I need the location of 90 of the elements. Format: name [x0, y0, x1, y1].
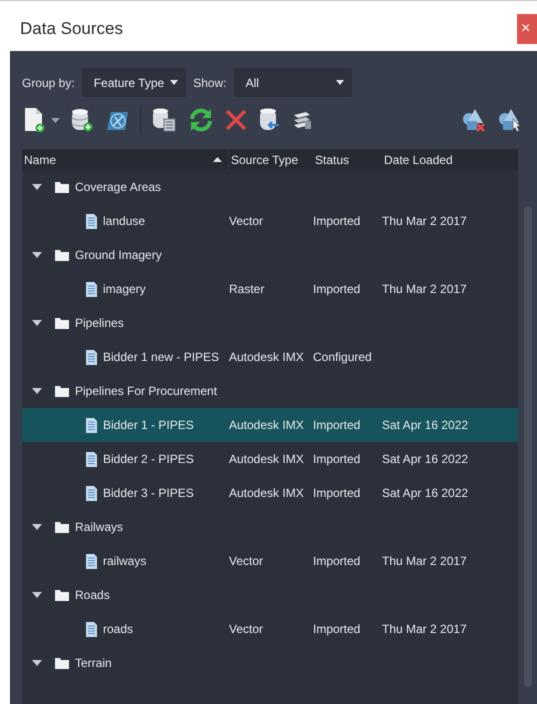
new-document-icon[interactable]	[23, 107, 45, 133]
expand-arrow-icon[interactable]	[32, 320, 42, 326]
source-name: roads	[103, 622, 134, 636]
expand-arrow-icon[interactable]	[32, 592, 42, 598]
source-type: Vector	[229, 554, 264, 568]
database-table-icon[interactable]	[151, 107, 177, 133]
document-icon	[86, 282, 97, 296]
source-name: landuse	[103, 214, 146, 228]
column-header[interactable]: Name	[22, 149, 229, 170]
status-text: Imported	[313, 452, 360, 466]
document-icon	[86, 418, 97, 432]
group-name: Ground Imagery	[75, 248, 162, 262]
expand-arrow-icon[interactable]	[32, 660, 42, 666]
shapes-select-icon[interactable]	[497, 107, 523, 133]
source-type: Raster	[229, 282, 264, 296]
status-text: Imported	[313, 554, 360, 568]
source-type: Vector	[229, 622, 264, 636]
source-type: Autodesk IMX	[229, 452, 304, 466]
source-name: Bidder 1 new - PIPES	[103, 350, 220, 364]
expand-arrow-icon[interactable]	[32, 524, 42, 530]
filter-label: Show:	[193, 76, 227, 90]
column-header[interactable]: Status	[313, 149, 382, 170]
source-name: imagery	[103, 282, 146, 296]
filter-label: Group by:	[22, 76, 75, 90]
source-type: Autodesk IMX	[229, 486, 304, 500]
source-name: Bidder 2 - PIPES	[103, 452, 194, 466]
folder-icon	[55, 385, 69, 397]
status-text: Imported	[313, 486, 360, 500]
status-text: Imported	[313, 418, 360, 432]
source-name: Bidder 3 - PIPES	[103, 486, 194, 500]
dropdown[interactable]: All	[234, 68, 352, 97]
date-loaded: Sat Apr 16 2022	[382, 486, 468, 500]
document-icon	[86, 214, 97, 228]
folder-icon	[55, 657, 69, 669]
caret-icon[interactable]	[51, 118, 60, 122]
database-add-icon[interactable]	[70, 107, 94, 133]
group-name: Terrain	[75, 656, 112, 670]
column-header[interactable]: Date Loaded	[382, 149, 518, 170]
source-row[interactable]: Bidder 1 - PIPES Autodesk IMX Imported Sat Apr 16 2022	[22, 408, 518, 442]
database-import-icon[interactable]	[257, 107, 281, 133]
source-row[interactable]: imagery Raster Imported Thu Mar 2 2017	[22, 272, 518, 306]
source-type: Autodesk IMX	[229, 418, 304, 432]
source-row[interactable]: Bidder 2 - PIPES Autodesk IMX Imported Sat Apr 16 2022	[22, 442, 518, 476]
expand-arrow-icon[interactable]	[32, 252, 42, 258]
expand-arrow-icon[interactable]	[32, 184, 42, 190]
window-title: Data Sources	[20, 18, 123, 38]
group-name: Pipelines	[75, 316, 124, 330]
source-name: railways	[103, 554, 146, 568]
source-row[interactable]: railways Vector Imported Thu Mar 2 2017	[22, 544, 518, 578]
status-text: Imported	[313, 282, 360, 296]
caret-icon	[336, 80, 344, 85]
column-header[interactable]: Source Type	[229, 149, 313, 170]
source-row[interactable]: roads Vector Imported Thu Mar 2 2017	[22, 612, 518, 646]
date-loaded: Sat Apr 16 2022	[382, 452, 468, 466]
date-loaded: Thu Mar 2 2017	[382, 282, 467, 296]
date-loaded: Thu Mar 2 2017	[382, 622, 467, 636]
date-loaded: Thu Mar 2 2017	[382, 554, 467, 568]
dropdown[interactable]: Feature Type	[82, 68, 186, 97]
folder-icon	[55, 317, 69, 329]
status-text: Imported	[313, 622, 360, 636]
folder-icon	[55, 521, 69, 533]
shapes-delete-icon[interactable]	[461, 107, 487, 133]
group-name: Pipelines For Procurement	[75, 384, 218, 398]
date-loaded: Sat Apr 16 2022	[382, 418, 468, 432]
close-button[interactable]: ×	[517, 14, 537, 44]
sort-arrow-icon	[213, 157, 222, 162]
document-icon	[86, 622, 97, 636]
source-name: Bidder 1 - PIPES	[103, 418, 194, 432]
document-icon	[86, 486, 97, 500]
caret-icon	[170, 80, 178, 85]
source-type: Autodesk IMX	[229, 350, 304, 364]
document-icon	[86, 554, 97, 568]
folder-icon	[55, 589, 69, 601]
status-text: Imported	[313, 214, 360, 228]
group-name: Railways	[75, 520, 124, 534]
document-icon	[86, 452, 97, 466]
expand-arrow-icon[interactable]	[32, 388, 42, 394]
document-icon	[86, 350, 97, 364]
delete-icon[interactable]	[225, 109, 247, 131]
refresh-icon[interactable]	[187, 107, 215, 133]
folder-icon	[55, 249, 69, 261]
status-text: Configured	[313, 350, 372, 364]
source-row[interactable]: Bidder 3 - PIPES Autodesk IMX Imported Sat Apr 16 2022	[22, 476, 518, 510]
folder-icon	[55, 181, 69, 193]
source-row[interactable]: landuse Vector Imported Thu Mar 2 2017	[22, 204, 518, 238]
source-type: Vector	[229, 214, 264, 228]
date-loaded: Thu Mar 2 2017	[382, 214, 467, 228]
group-name: Roads	[75, 588, 110, 602]
source-row[interactable]: Bidder 1 new - PIPES Autodesk IMX Configured	[22, 340, 518, 374]
group-name: Coverage Areas	[75, 180, 162, 194]
